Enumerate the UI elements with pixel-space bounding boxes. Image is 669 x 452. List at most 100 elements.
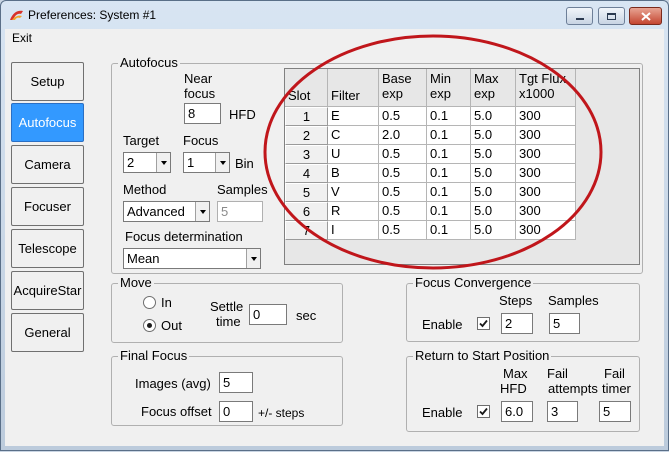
cell-base-exp[interactable]: 0.5: [379, 202, 427, 221]
header-base-exp: Base exp: [379, 69, 427, 107]
cell-max-exp[interactable]: 5.0: [471, 145, 516, 164]
cell-tgt-flux[interactable]: 300: [516, 164, 576, 183]
bin-label: Bin: [235, 156, 254, 171]
nav-camera-button[interactable]: Camera: [11, 145, 84, 184]
nav-telescope-button[interactable]: Telescope: [11, 229, 84, 268]
close-button[interactable]: [629, 7, 662, 25]
near-focus-label-2: focus: [184, 86, 216, 101]
cell-filter[interactable]: R: [328, 202, 379, 221]
cell-max-exp[interactable]: 5.0: [471, 164, 516, 183]
convergence-steps-input[interactable]: 2: [501, 313, 533, 334]
maximize-icon: [607, 12, 616, 20]
cell-max-exp[interactable]: 5.0: [471, 183, 516, 202]
cell-tgt-flux[interactable]: 300: [516, 126, 576, 145]
menu-bar: Exit: [5, 29, 664, 46]
cell-min-exp[interactable]: 0.1: [427, 183, 471, 202]
focus-bin-value: 1: [187, 155, 195, 170]
final-focus-group: Final Focus Images (avg) 5 Focus offset …: [111, 348, 343, 426]
focus-convergence-group: Focus Convergence Steps Samples Enable 2…: [406, 275, 640, 342]
row-slot: 6: [285, 202, 328, 221]
cell-filter[interactable]: V: [328, 183, 379, 202]
preferences-window: Preferences: System #1 Exit Setup Autofo…: [0, 0, 669, 451]
cell-min-exp[interactable]: 0.1: [427, 202, 471, 221]
row-slot: 7: [285, 221, 328, 240]
move-out-radio[interactable]: [143, 319, 156, 332]
app-icon: [10, 10, 23, 20]
minimize-button[interactable]: [566, 7, 593, 25]
cell-min-exp[interactable]: 0.1: [427, 145, 471, 164]
chevron-down-icon[interactable]: [195, 202, 209, 221]
move-in-radio[interactable]: [143, 296, 156, 309]
nav-acquirestar-button[interactable]: AcquireStar: [11, 271, 84, 310]
cell-min-exp[interactable]: 0.1: [427, 107, 471, 126]
max-hfd-input[interactable]: 6.0: [501, 401, 533, 422]
nav-autofocus-button[interactable]: Autofocus: [11, 103, 84, 142]
header-min-exp: Min exp: [427, 69, 471, 107]
fail-attempts-label-2: attempts: [548, 381, 598, 396]
target-select[interactable]: 2: [123, 152, 171, 173]
cell-min-exp[interactable]: 0.1: [427, 126, 471, 145]
method-select[interactable]: Advanced: [123, 201, 210, 222]
title-bar[interactable]: Preferences: System #1: [1, 1, 668, 29]
checkmark-icon: [479, 319, 488, 328]
return-enable-checkbox[interactable]: [477, 405, 490, 418]
fail-timer-input[interactable]: 5: [599, 401, 631, 422]
fail-timer-label-1: Fail: [604, 366, 625, 381]
focus-label: Focus: [183, 133, 219, 148]
cell-filter[interactable]: E: [328, 107, 379, 126]
method-value: Advanced: [127, 204, 185, 219]
filter-table: Slot Filter Base exp Min exp Max exp Tgt Fl…: [284, 68, 640, 265]
header-tgt-flux: Tgt Flux x1000: [516, 69, 576, 107]
convergence-samples-input[interactable]: 5: [549, 313, 580, 334]
cell-filter[interactable]: I: [328, 221, 379, 240]
focus-determination-label: Focus determination: [125, 229, 243, 244]
cell-max-exp[interactable]: 5.0: [471, 202, 516, 221]
chevron-down-icon[interactable]: [156, 153, 170, 172]
cell-tgt-flux[interactable]: 300: [516, 221, 576, 240]
focus-offset-label: Focus offset: [141, 404, 212, 419]
convergence-samples-label: Samples: [548, 293, 599, 308]
cell-base-exp[interactable]: 2.0: [379, 126, 427, 145]
nav-setup-button[interactable]: Setup: [11, 62, 84, 101]
cell-max-exp[interactable]: 5.0: [471, 221, 516, 240]
fail-timer-label-2: timer: [602, 381, 631, 396]
cell-tgt-flux[interactable]: 300: [516, 202, 576, 221]
cell-filter[interactable]: C: [328, 126, 379, 145]
cell-base-exp[interactable]: 0.5: [379, 164, 427, 183]
cell-base-exp[interactable]: 0.5: [379, 183, 427, 202]
near-focus-input[interactable]: 8: [184, 103, 221, 124]
row-slot: 1: [285, 107, 328, 126]
row-slot: 2: [285, 126, 328, 145]
autofocus-group-title: Autofocus: [118, 55, 180, 71]
nav-focuser-button[interactable]: Focuser: [11, 187, 84, 226]
cell-filter[interactable]: U: [328, 145, 379, 164]
cell-min-exp[interactable]: 0.1: [427, 164, 471, 183]
samples-label: Samples: [217, 182, 268, 197]
maximize-button[interactable]: [598, 7, 625, 25]
chevron-down-icon[interactable]: [246, 249, 260, 268]
focus-offset-input[interactable]: 0: [219, 401, 253, 422]
chevron-down-icon[interactable]: [215, 153, 229, 172]
images-avg-input[interactable]: 5: [219, 372, 253, 393]
cell-base-exp[interactable]: 0.5: [379, 221, 427, 240]
fail-attempts-input[interactable]: 3: [547, 401, 578, 422]
cell-tgt-flux[interactable]: 300: [516, 145, 576, 164]
cell-tgt-flux[interactable]: 300: [516, 183, 576, 202]
header-slot: Slot: [285, 69, 328, 107]
focus-bin-select[interactable]: 1: [183, 152, 230, 173]
focus-determination-select[interactable]: Mean: [123, 248, 261, 269]
header-filter: Filter: [328, 69, 379, 107]
cell-base-exp[interactable]: 0.5: [379, 107, 427, 126]
settle-time-input[interactable]: 0: [249, 304, 287, 325]
menu-exit[interactable]: Exit: [12, 31, 32, 45]
cell-max-exp[interactable]: 5.0: [471, 107, 516, 126]
cell-min-exp[interactable]: 0.1: [427, 221, 471, 240]
convergence-enable-checkbox[interactable]: [477, 317, 490, 330]
cell-filter[interactable]: B: [328, 164, 379, 183]
hfd-label: HFD: [229, 107, 256, 122]
nav-general-button[interactable]: General: [11, 313, 84, 352]
max-hfd-label-2: HFD: [500, 381, 527, 396]
cell-tgt-flux[interactable]: 300: [516, 107, 576, 126]
cell-base-exp[interactable]: 0.5: [379, 145, 427, 164]
cell-max-exp[interactable]: 5.0: [471, 126, 516, 145]
